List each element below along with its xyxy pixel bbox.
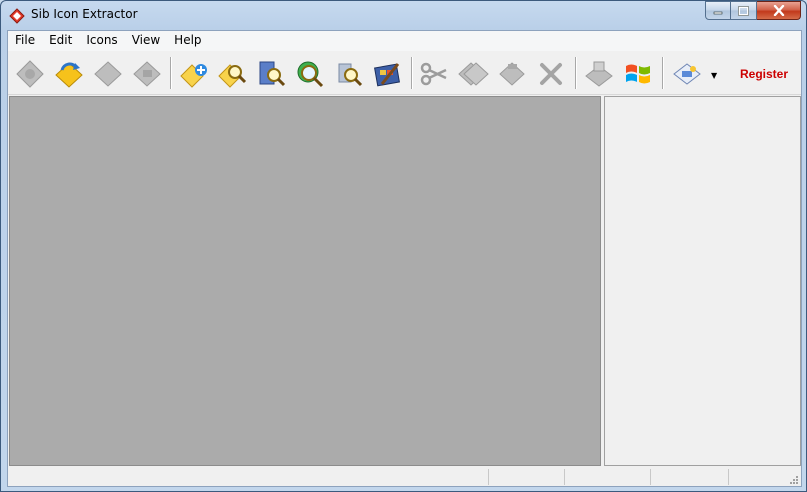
add-folder-button[interactable] (176, 57, 210, 91)
paste-icon (499, 62, 525, 86)
search-resources-button[interactable] (332, 57, 366, 91)
icon-preview-panel[interactable] (9, 96, 601, 466)
minimize-icon (713, 11, 723, 14)
export-button[interactable] (91, 57, 125, 91)
menu-edit[interactable]: Edit (42, 31, 79, 51)
search-file-button[interactable] (254, 57, 288, 91)
title-bar[interactable]: Sib Icon Extractor (1, 1, 806, 30)
toolbar-separator (662, 57, 664, 89)
toolbar-separator (411, 57, 413, 89)
toolbar-separator (575, 57, 577, 89)
menu-file[interactable]: File (8, 31, 42, 51)
copy-button[interactable] (456, 57, 490, 91)
window-title: Sib Icon Extractor (31, 7, 138, 21)
status-cell (650, 469, 651, 485)
toolbar-separator (170, 57, 172, 89)
menu-icons[interactable]: Icons (79, 31, 124, 51)
minimize-button[interactable] (705, 1, 731, 20)
search-resources-icon (338, 63, 363, 87)
view-options-dropdown-icon[interactable]: ▼ (711, 71, 717, 80)
status-bar (8, 467, 801, 486)
menu-help[interactable]: Help (167, 31, 208, 51)
app-window: Sib Icon Extractor File Edit Icons View … (0, 0, 807, 492)
delete-button[interactable] (534, 57, 568, 91)
search-file-icon (259, 61, 286, 87)
client-area: File Edit Icons View Help ▼ Register (7, 30, 802, 487)
print-button[interactable] (582, 57, 616, 91)
save-icon (16, 60, 44, 88)
close-icon (773, 5, 784, 16)
film-tools-button[interactable] (371, 57, 405, 91)
app-logo-icon (9, 8, 25, 24)
delete-icon (540, 63, 562, 85)
maximize-icon (738, 5, 749, 16)
search-folder-button[interactable] (215, 57, 249, 91)
toolbar: ▼ Register (8, 51, 801, 95)
status-cell (488, 469, 489, 485)
resize-grip-icon[interactable] (787, 473, 799, 485)
register-link[interactable]: Register (740, 67, 788, 81)
view-options-icon (673, 63, 701, 85)
status-cell (564, 469, 565, 485)
menu-view[interactable]: View (125, 31, 167, 51)
extract-icon (133, 61, 161, 87)
search-global-button[interactable] (293, 57, 327, 91)
copy-icon (458, 62, 489, 86)
save-button[interactable] (13, 57, 47, 91)
export-icon (94, 61, 122, 87)
maximize-button[interactable] (731, 1, 757, 20)
windows-logo-button[interactable] (621, 57, 655, 91)
cut-icon (420, 62, 447, 86)
paste-button[interactable] (495, 57, 529, 91)
search-global-icon (297, 61, 324, 88)
details-panel[interactable] (604, 96, 801, 466)
film-tools-icon (374, 63, 400, 87)
add-folder-icon (180, 64, 207, 88)
extract-button[interactable] (130, 57, 164, 91)
cut-button[interactable] (417, 57, 451, 91)
save-as-icon (55, 62, 83, 88)
windows-logo-icon (626, 64, 650, 84)
view-options-button[interactable] (670, 57, 704, 91)
close-button[interactable] (757, 1, 801, 20)
menu-bar: File Edit Icons View Help (8, 31, 801, 51)
save-as-button[interactable] (52, 57, 86, 91)
search-folder-icon (218, 64, 247, 88)
print-icon (585, 61, 613, 87)
status-cell (728, 469, 729, 485)
